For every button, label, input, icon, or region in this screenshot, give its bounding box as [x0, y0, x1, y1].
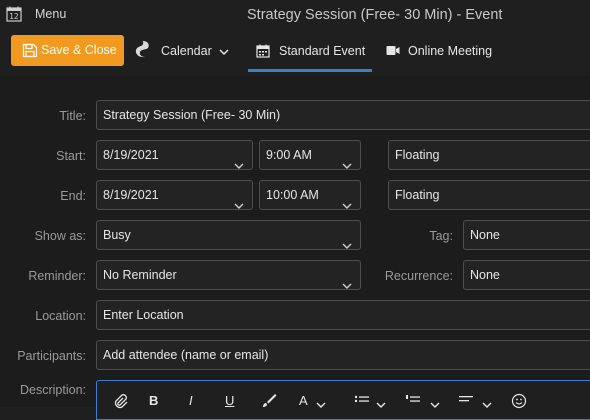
chevron-down-icon: [234, 152, 244, 169]
start-time-value: 9:00 AM: [266, 148, 312, 162]
description-label: Description:: [20, 383, 86, 397]
tag-label: Tag:: [429, 229, 453, 243]
chevron-down-icon: [342, 192, 352, 209]
start-date-picker[interactable]: 8/19/2021: [96, 140, 253, 170]
tab-standard-event[interactable]: Standard Event: [248, 38, 372, 74]
participants-input[interactable]: Add attendee (name or email): [96, 340, 590, 370]
chevron-down-icon: [342, 152, 352, 169]
start-time-select[interactable]: 9:00 AM: [259, 140, 361, 170]
title-bar: 12 Menu Strategy Session (Free- 30 Min) …: [0, 0, 590, 30]
reminder-value: No Reminder: [103, 268, 177, 282]
chevron-down-icon: [234, 192, 244, 209]
start-label: Start:: [56, 149, 86, 163]
save-icon: [22, 43, 38, 58]
video-camera-icon: [386, 45, 400, 56]
participants-label: Participants:: [17, 349, 86, 363]
chevron-down-icon[interactable]: [316, 397, 332, 413]
recurrence-label: Recurrence:: [384, 269, 453, 283]
chevron-down-icon[interactable]: [376, 397, 392, 413]
menu-label[interactable]: Menu: [35, 7, 66, 21]
svg-text:12: 12: [9, 12, 19, 21]
location-input[interactable]: Enter Location: [96, 300, 590, 330]
chevron-down-icon: [342, 232, 352, 249]
chevron-down-icon: [219, 45, 229, 56]
save-and-close-button[interactable]: Save & Close: [11, 35, 124, 66]
end-label: End:: [60, 189, 86, 203]
tag-select[interactable]: None: [463, 220, 590, 250]
title-label: Title:: [59, 109, 86, 123]
calendar-label: Calendar: [161, 44, 212, 58]
calendar-select-button[interactable]: Calendar: [133, 38, 233, 64]
end-date-picker[interactable]: 8/19/2021: [96, 180, 253, 210]
tab-standard-event-label: Standard Event: [279, 44, 366, 58]
end-timezone-select[interactable]: Floating: [388, 180, 590, 210]
start-timezone-select[interactable]: Floating: [388, 140, 590, 170]
end-date-value: 8/19/2021: [103, 188, 159, 202]
reminder-select[interactable]: No Reminder: [96, 260, 361, 290]
location-label: Location:: [35, 309, 86, 323]
chevron-down-icon[interactable]: [430, 397, 446, 413]
show-as-value: Busy: [103, 228, 131, 242]
window-title: Strategy Session (Free- 30 Min) - Event: [247, 7, 503, 23]
tab-online-meeting[interactable]: Online Meeting: [380, 38, 500, 74]
toolbar: Save & Close Calendar Standard Event Onl…: [0, 30, 590, 75]
chevron-down-icon: [342, 272, 352, 289]
show-as-select[interactable]: Busy: [96, 220, 361, 250]
title-input[interactable]: Strategy Session (Free- 30 Min): [96, 100, 590, 130]
show-as-label: Show as:: [34, 229, 86, 243]
save-and-close-label: Save & Close: [41, 43, 117, 57]
reminder-label: Reminder:: [28, 269, 86, 283]
recurrence-select[interactable]: None: [463, 260, 590, 290]
calendar-icon: [256, 44, 270, 58]
chevron-down-icon[interactable]: [482, 397, 498, 413]
start-date-value: 8/19/2021: [103, 148, 159, 162]
calendar-color-icon: [133, 39, 153, 59]
active-tab-indicator: [248, 69, 372, 72]
end-time-select[interactable]: 10:00 AM: [259, 180, 361, 210]
end-time-value: 10:00 AM: [266, 188, 319, 202]
tab-online-meeting-label: Online Meeting: [408, 44, 493, 58]
calendar-menu-icon[interactable]: 12: [6, 6, 22, 22]
